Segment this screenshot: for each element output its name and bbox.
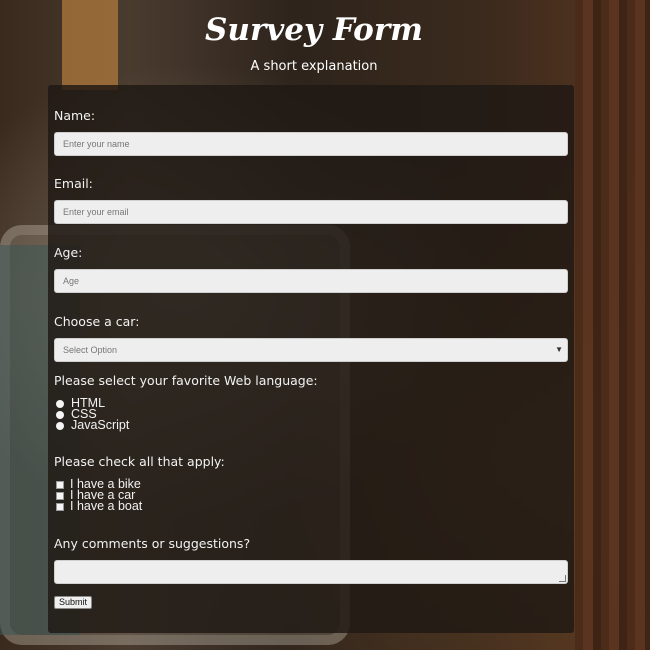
resize-grip-icon[interactable] <box>559 575 566 582</box>
checkbox-option-label: I have a boat <box>70 499 143 513</box>
language-label: Please select your favorite Web language… <box>54 373 318 388</box>
radio-option-javascript[interactable]: JavaScript <box>56 418 130 432</box>
survey-form: Name: Enter your name Email: Enter your … <box>48 85 574 633</box>
background-wood <box>575 0 650 650</box>
page-title: Survey Form <box>205 12 423 48</box>
age-label: Age: <box>54 245 83 260</box>
age-input[interactable]: Age <box>54 269 568 293</box>
name-input[interactable]: Enter your name <box>54 132 568 156</box>
email-label: Email: <box>54 176 93 191</box>
radio-button[interactable] <box>56 421 64 430</box>
email-input[interactable]: Enter your email <box>54 200 568 224</box>
page-subtitle: A short explanation <box>250 59 378 74</box>
checkbox-option-boat[interactable]: I have a boat <box>56 499 143 513</box>
checkbox[interactable] <box>56 502 64 511</box>
chevron-down-icon: ▼ <box>555 345 563 354</box>
radio-option-label: JavaScript <box>71 418 130 432</box>
check-label: Please check all that apply: <box>54 454 225 469</box>
checkbox[interactable] <box>56 480 64 489</box>
comments-label: Any comments or suggestions? <box>54 536 251 551</box>
submit-button[interactable]: Submit <box>54 596 93 609</box>
car-select-value: Select Option <box>63 345 118 355</box>
radio-button[interactable] <box>56 399 64 408</box>
name-label: Name: <box>54 108 96 123</box>
car-label: Choose a car: <box>54 314 140 329</box>
radio-button[interactable] <box>56 410 64 419</box>
comments-textarea[interactable] <box>54 560 568 584</box>
car-select[interactable]: Select Option ▼ <box>54 338 568 362</box>
checkbox[interactable] <box>56 491 64 500</box>
